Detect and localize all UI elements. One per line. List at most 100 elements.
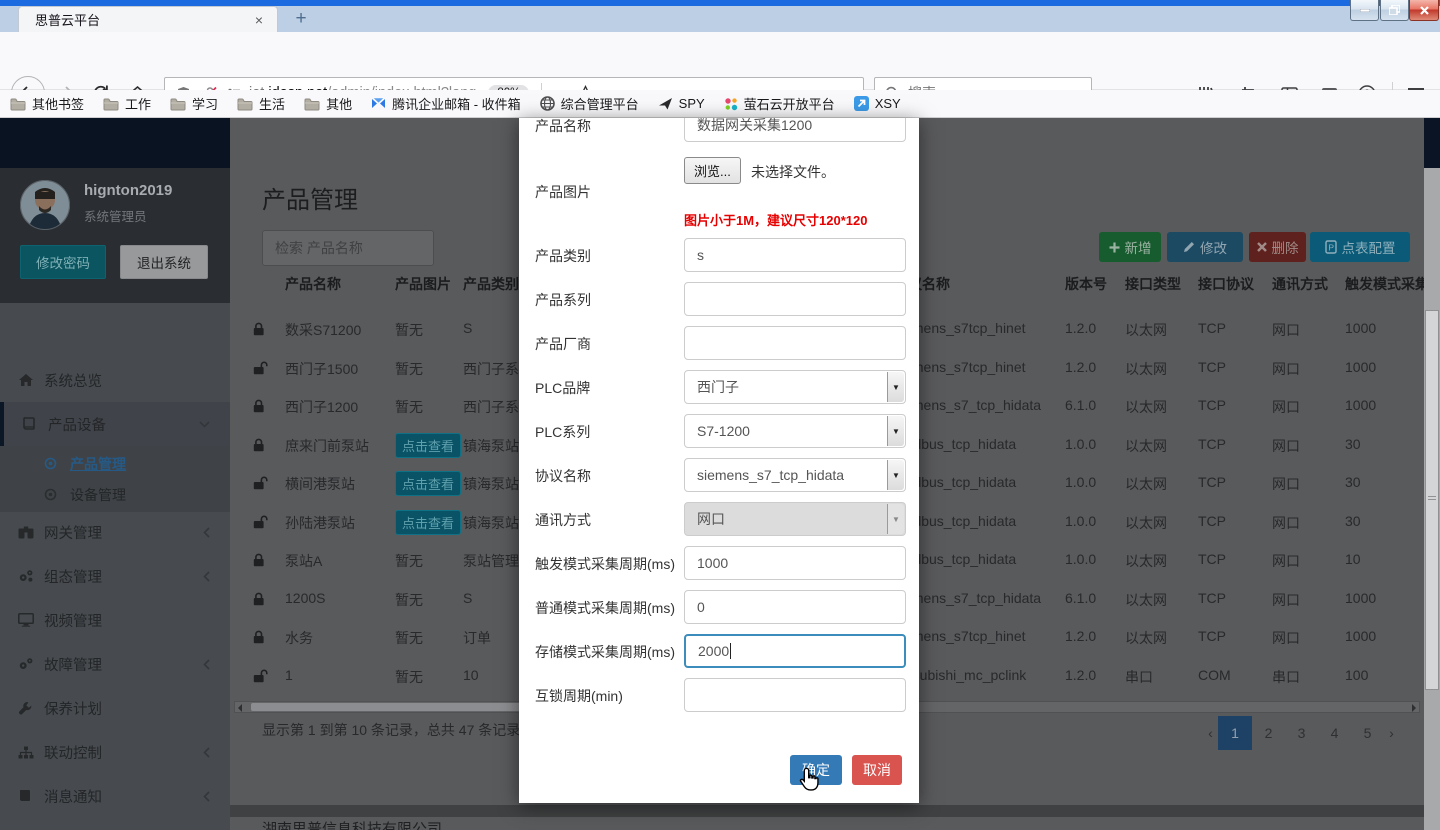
view-image-button[interactable]: 点击查看 [395, 510, 461, 535]
linkage-icon [18, 746, 44, 759]
cell-name: 1200S [285, 590, 325, 606]
select-arrow-icon[interactable]: ▼ [887, 372, 904, 402]
sidebar-item-2[interactable]: 产品设备 [0, 402, 230, 446]
点表配置-button[interactable]: P点表配置 [1310, 232, 1410, 262]
sidebar-subitem-设备管理[interactable]: 设备管理 [0, 479, 230, 510]
field-label: 产品图片 [535, 182, 685, 202]
page-v-scrollbar[interactable] [1424, 168, 1440, 830]
sidebar-subitem-label: 产品管理 [70, 454, 126, 474]
field-value: 西门子 [697, 377, 739, 397]
cell-cat: 订单 [463, 628, 491, 648]
sidebar-item-7[interactable]: 保养计划 [0, 686, 230, 730]
bookmark-label: 其他 [326, 94, 352, 113]
input-产品名称[interactable]: 数据网关采集1200 [684, 118, 906, 142]
cell-cat: S [463, 590, 472, 606]
field-value: 数据网关采集1200 [697, 118, 812, 135]
select-arrow-icon[interactable]: ▼ [887, 416, 904, 446]
input-产品类别[interactable]: s [684, 238, 906, 272]
view-image-button[interactable]: 点击查看 [395, 433, 461, 458]
view-image-button[interactable]: 点击查看 [395, 471, 461, 496]
product-search-input[interactable]: 检索 产品名称 [262, 230, 434, 266]
chevron-down-icon [199, 421, 210, 428]
bookmark-item[interactable]: 萤石云开放平台 [724, 94, 835, 113]
scroll-left-arrow-icon[interactable] [238, 704, 242, 712]
logout-button[interactable]: 退出系统 [120, 245, 208, 279]
column-header-trigger: 触发模式采集周期 [1345, 274, 1424, 294]
pagination-next[interactable]: › [1384, 716, 1399, 750]
input-触发模式采集周期(ms)[interactable]: 1000 [684, 546, 906, 580]
修改-button[interactable]: 修改 [1167, 232, 1243, 262]
bookmark-item[interactable]: SPY [658, 96, 705, 111]
input-互锁周期(min)[interactable] [684, 678, 906, 712]
cancel-button[interactable]: 取消 [852, 755, 902, 785]
spy-icon [658, 97, 673, 110]
cell-comm: 网口 [1272, 590, 1300, 610]
select-arrow-icon[interactable]: ▼ [887, 460, 904, 490]
sidebar-subitem-产品管理[interactable]: 产品管理 [0, 448, 230, 479]
删除-button[interactable]: 删除 [1249, 232, 1306, 262]
select-PLC品牌[interactable]: 西门子 ▼ [684, 370, 906, 404]
bookmark-item[interactable]: 其他 [304, 94, 352, 113]
sidebar-item-label: 消息通知 [44, 786, 102, 807]
column-header-iproto: 接口协议 [1198, 274, 1254, 294]
bookmark-item[interactable]: 综合管理平台 [540, 94, 639, 113]
locked-icon [253, 592, 265, 609]
browse-button[interactable]: 浏览... [684, 157, 741, 184]
tab-title: 思普云平台 [35, 10, 251, 29]
pagination-prev[interactable]: ‹ [1203, 716, 1218, 750]
browser-tab[interactable]: 思普云平台 × [18, 6, 278, 32]
pagination-page-1[interactable]: 1 [1218, 716, 1252, 750]
cell-trigger: 30 [1345, 513, 1361, 529]
scroll-right-arrow-icon[interactable] [1412, 704, 1416, 712]
v-scroll-thumb[interactable] [1425, 310, 1439, 690]
devices-icon [22, 417, 48, 431]
browser-toolbar: iot.idosp.net/admin/index.html?lang 80% … [0, 32, 1440, 90]
sidebar-item-4[interactable]: 组态管理 [0, 554, 230, 598]
text-caret [730, 643, 731, 659]
ys7-icon [724, 97, 738, 111]
select-arrow-icon[interactable]: ▼ [887, 504, 904, 534]
cell-version: 6.1.0 [1065, 590, 1096, 606]
bookmark-item[interactable]: 学习 [170, 94, 218, 113]
locked-icon [253, 322, 265, 339]
select-协议名称[interactable]: siemens_s7_tcp_hidata▼ [684, 458, 906, 492]
bookmark-item[interactable]: 腾讯企业邮箱 - 收件箱 [371, 94, 521, 113]
bookmark-item[interactable]: 其他书签 [10, 94, 84, 113]
cell-version: 1.2.0 [1065, 628, 1096, 644]
window-minimize-button[interactable] [1350, 0, 1379, 21]
window-close-button[interactable] [1409, 0, 1439, 21]
select-PLC系列[interactable]: S7-1200▼ [684, 414, 906, 448]
sidebar-item-5[interactable]: 视频管理 [0, 598, 230, 642]
input-产品系列[interactable] [684, 282, 906, 316]
cell-version: 1.2.0 [1065, 667, 1096, 683]
window-restore-button[interactable] [1380, 0, 1409, 21]
change-password-button[interactable]: 修改密码 [20, 245, 106, 279]
新增-button[interactable]: 新增 [1099, 232, 1161, 262]
input-普通模式采集周期(ms)[interactable]: 0 [684, 590, 906, 624]
xsy-icon [854, 96, 869, 111]
cell-name: 水务 [285, 628, 313, 648]
input-产品厂商[interactable] [684, 326, 906, 360]
bookmark-item[interactable]: XSY [854, 96, 901, 111]
new-tab-button[interactable]: + [288, 8, 314, 30]
select-通讯方式[interactable]: 网口▼ [684, 502, 906, 536]
cell-img: 暂无 [395, 359, 423, 379]
sidebar-item-8[interactable]: 联动控制 [0, 730, 230, 774]
pagination-page-3[interactable]: 3 [1285, 716, 1318, 750]
sidebar-item-6[interactable]: 故障管理 [0, 642, 230, 686]
input-存储模式采集周期(ms)[interactable]: 2000 [684, 634, 906, 668]
sidebar-item-9[interactable]: 消息通知 [0, 774, 230, 818]
pagination-page-2[interactable]: 2 [1252, 716, 1285, 750]
folder-icon [237, 97, 253, 111]
sidebar-item-1[interactable]: 系统总览 [0, 358, 230, 402]
pagination-page-4[interactable]: 4 [1318, 716, 1351, 750]
bookmark-item[interactable]: 生活 [237, 94, 285, 113]
sidebar-item-10[interactable]: 短信管理 [0, 818, 230, 830]
bookmark-item[interactable]: 工作 [103, 94, 151, 113]
tab-close-icon[interactable]: × [251, 11, 267, 29]
cell-itype: 以太网 [1125, 474, 1167, 494]
column-header-version: 版本号 [1065, 274, 1107, 294]
sidebar-item-3[interactable]: 网关管理 [0, 510, 230, 554]
circle-o-icon [44, 457, 70, 470]
pagination-page-5[interactable]: 5 [1351, 716, 1384, 750]
